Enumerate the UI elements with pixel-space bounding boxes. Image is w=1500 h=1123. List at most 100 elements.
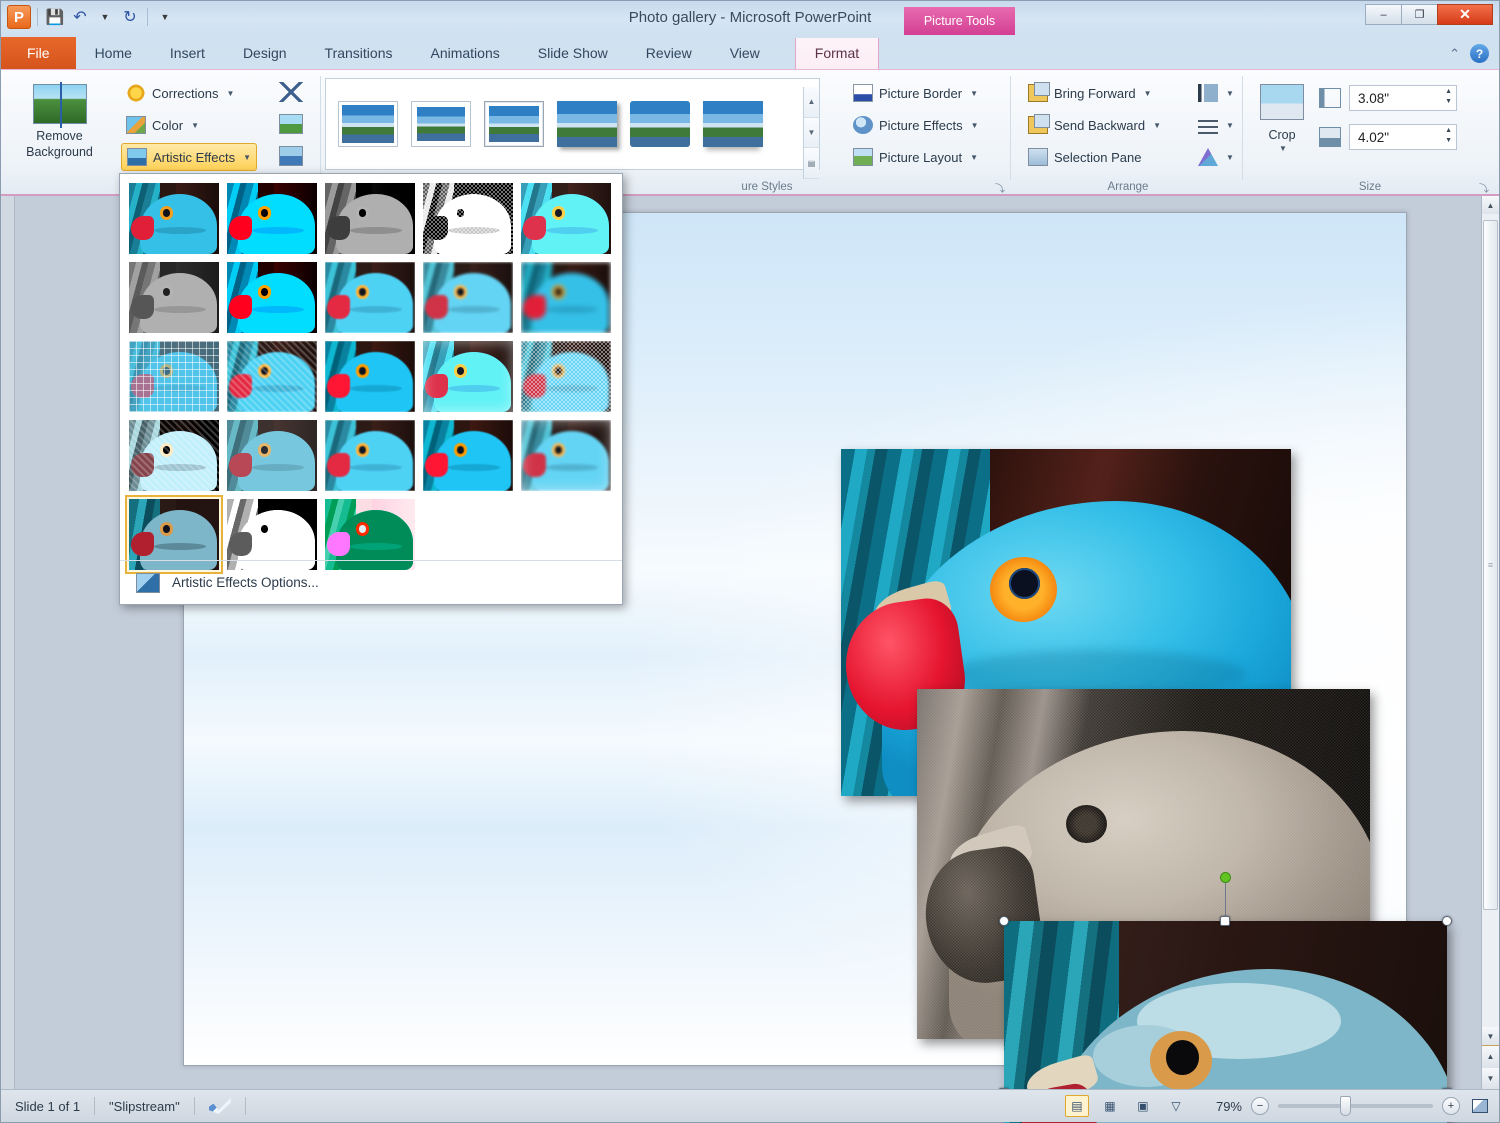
- tab-transitions[interactable]: Transitions: [306, 38, 412, 69]
- artistic-effects-options-item[interactable]: Artistic Effects Options...: [120, 560, 622, 604]
- gallery-scroll-up-icon[interactable]: ▲: [804, 87, 819, 118]
- width-spin-up-icon[interactable]: ▲: [1445, 127, 1452, 134]
- align-button[interactable]: ▼: [1193, 79, 1239, 107]
- minimize-button[interactable]: –: [1365, 4, 1402, 25]
- artistic-effect-option[interactable]: [419, 179, 517, 258]
- artistic-effect-option[interactable]: [517, 179, 615, 258]
- zoom-slider-thumb[interactable]: [1340, 1096, 1351, 1116]
- artistic-effect-option[interactable]: [321, 258, 419, 337]
- remove-background-button[interactable]: Remove Background: [7, 76, 112, 180]
- picture-style-thumb[interactable]: [411, 101, 471, 147]
- vertical-scrollbar[interactable]: ▲ ▼ ▲ ▼: [1481, 196, 1499, 1089]
- size-dialog-launcher[interactable]: ⤵: [1479, 180, 1491, 195]
- close-button[interactable]: ✕: [1437, 4, 1493, 25]
- artistic-effect-option[interactable]: [321, 179, 419, 258]
- tab-view[interactable]: View: [711, 38, 779, 69]
- compress-pictures-icon[interactable]: [279, 82, 303, 102]
- artistic-effect-option[interactable]: [223, 337, 321, 416]
- artistic-effect-option[interactable]: [321, 416, 419, 495]
- artistic-effect-option[interactable]: [125, 416, 223, 495]
- artistic-effect-option[interactable]: [223, 258, 321, 337]
- theme-name-label[interactable]: "Slipstream": [95, 1095, 194, 1117]
- restore-button[interactable]: ❐: [1401, 4, 1438, 25]
- artistic-effect-option[interactable]: [419, 337, 517, 416]
- artistic-effects-button[interactable]: Artistic Effects ▼: [121, 143, 258, 171]
- artistic-effect-option[interactable]: [223, 416, 321, 495]
- reset-picture-icon[interactable]: [279, 146, 303, 166]
- slide-show-button[interactable]: ▽: [1164, 1095, 1188, 1117]
- reading-view-button[interactable]: ▣: [1131, 1095, 1155, 1117]
- gallery-more-icon[interactable]: ▤: [804, 148, 819, 180]
- width-spinner[interactable]: ▲ ▼: [1445, 127, 1452, 144]
- help-icon[interactable]: ?: [1470, 44, 1489, 63]
- artistic-effect-option[interactable]: [125, 179, 223, 258]
- slide-sorter-button[interactable]: ▦: [1098, 1095, 1122, 1117]
- artistic-effect-option[interactable]: [419, 258, 517, 337]
- shape-width-input[interactable]: 4.02" ▲ ▼: [1349, 124, 1457, 150]
- tab-design[interactable]: Design: [224, 38, 306, 69]
- selection-pane-button[interactable]: Selection Pane: [1023, 143, 1146, 171]
- rotate-button[interactable]: ▼: [1193, 143, 1239, 171]
- artistic-effect-option[interactable]: [125, 258, 223, 337]
- crop-button[interactable]: Crop ▼: [1251, 76, 1313, 172]
- artistic-effect-option[interactable]: [419, 416, 517, 495]
- spell-check-icon[interactable]: [195, 1095, 245, 1117]
- picture-style-thumb[interactable]: [484, 101, 544, 147]
- color-button[interactable]: Color ▼: [121, 111, 204, 139]
- normal-view-button[interactable]: ▤: [1064, 1095, 1089, 1117]
- send-backward-button[interactable]: Send Backward ▼: [1023, 111, 1166, 139]
- resize-handle-top-center[interactable]: [1220, 916, 1230, 926]
- picture-border-button[interactable]: Picture Border ▼: [848, 79, 983, 107]
- gallery-scrollbar[interactable]: ▲ ▼ ▤: [803, 87, 819, 180]
- tab-slide-show[interactable]: Slide Show: [519, 38, 627, 69]
- fit-slide-to-window-button[interactable]: [1469, 1096, 1491, 1116]
- picture-style-thumb[interactable]: [703, 101, 763, 147]
- shape-width-icon: [1319, 127, 1341, 147]
- tab-format[interactable]: Format: [794, 38, 880, 69]
- picture-layout-button[interactable]: Picture Layout ▼: [848, 143, 983, 171]
- tab-insert[interactable]: Insert: [151, 38, 224, 69]
- picture-style-thumb[interactable]: [338, 101, 398, 147]
- minimize-ribbon-icon[interactable]: ⌃: [1449, 46, 1460, 62]
- picture-styles-gallery[interactable]: ▲ ▼ ▤: [325, 78, 820, 180]
- picture-effects-button[interactable]: Picture Effects ▼: [848, 111, 984, 139]
- tab-home[interactable]: Home: [76, 38, 151, 69]
- artistic-effect-option[interactable]: [517, 337, 615, 416]
- bring-forward-button[interactable]: Bring Forward ▼: [1023, 79, 1157, 107]
- scroll-up-icon[interactable]: ▲: [1482, 196, 1499, 214]
- next-slide-icon[interactable]: ▼: [1482, 1067, 1499, 1089]
- width-spin-down-icon[interactable]: ▼: [1445, 137, 1452, 144]
- tab-animations[interactable]: Animations: [411, 38, 518, 69]
- artistic-effect-option[interactable]: [223, 179, 321, 258]
- height-spin-down-icon[interactable]: ▼: [1445, 98, 1452, 105]
- artistic-effects-dropdown[interactable]: Artistic Effects Options...: [119, 173, 623, 605]
- zoom-in-button[interactable]: +: [1442, 1097, 1460, 1115]
- slide-count-label[interactable]: Slide 1 of 1: [1, 1095, 94, 1117]
- shape-height-input[interactable]: 3.08" ▲ ▼: [1349, 85, 1457, 111]
- tab-review[interactable]: Review: [627, 38, 711, 69]
- zoom-level-label[interactable]: 79%: [1216, 1099, 1242, 1114]
- resize-handle-top-right[interactable]: [1442, 916, 1452, 926]
- artistic-effect-option[interactable]: [321, 337, 419, 416]
- zoom-slider[interactable]: [1278, 1096, 1433, 1116]
- picture-style-thumb[interactable]: [557, 101, 617, 147]
- previous-slide-icon[interactable]: ▲: [1482, 1046, 1499, 1068]
- change-picture-icon[interactable]: [279, 114, 303, 134]
- gallery-scroll-down-icon[interactable]: ▼: [804, 117, 819, 149]
- resize-handle-top-left[interactable]: [999, 916, 1009, 926]
- picture-styles-dialog-launcher[interactable]: ⤵: [995, 180, 1007, 195]
- scroll-down-icon[interactable]: ▼: [1482, 1027, 1499, 1045]
- height-spinner[interactable]: ▲ ▼: [1445, 88, 1452, 105]
- scroll-track[interactable]: [1482, 214, 1499, 1027]
- group-button[interactable]: ▼: [1193, 111, 1239, 139]
- zoom-out-button[interactable]: −: [1251, 1097, 1269, 1115]
- picture-style-thumb[interactable]: [630, 101, 690, 147]
- artistic-effect-option[interactable]: [125, 337, 223, 416]
- height-spin-up-icon[interactable]: ▲: [1445, 88, 1452, 95]
- artistic-effect-option[interactable]: [517, 416, 615, 495]
- tab-file[interactable]: File: [1, 37, 76, 69]
- scroll-thumb[interactable]: [1483, 220, 1498, 910]
- rotation-handle[interactable]: [1220, 872, 1231, 883]
- artistic-effect-option[interactable]: [517, 258, 615, 337]
- corrections-button[interactable]: Corrections ▼: [121, 79, 239, 107]
